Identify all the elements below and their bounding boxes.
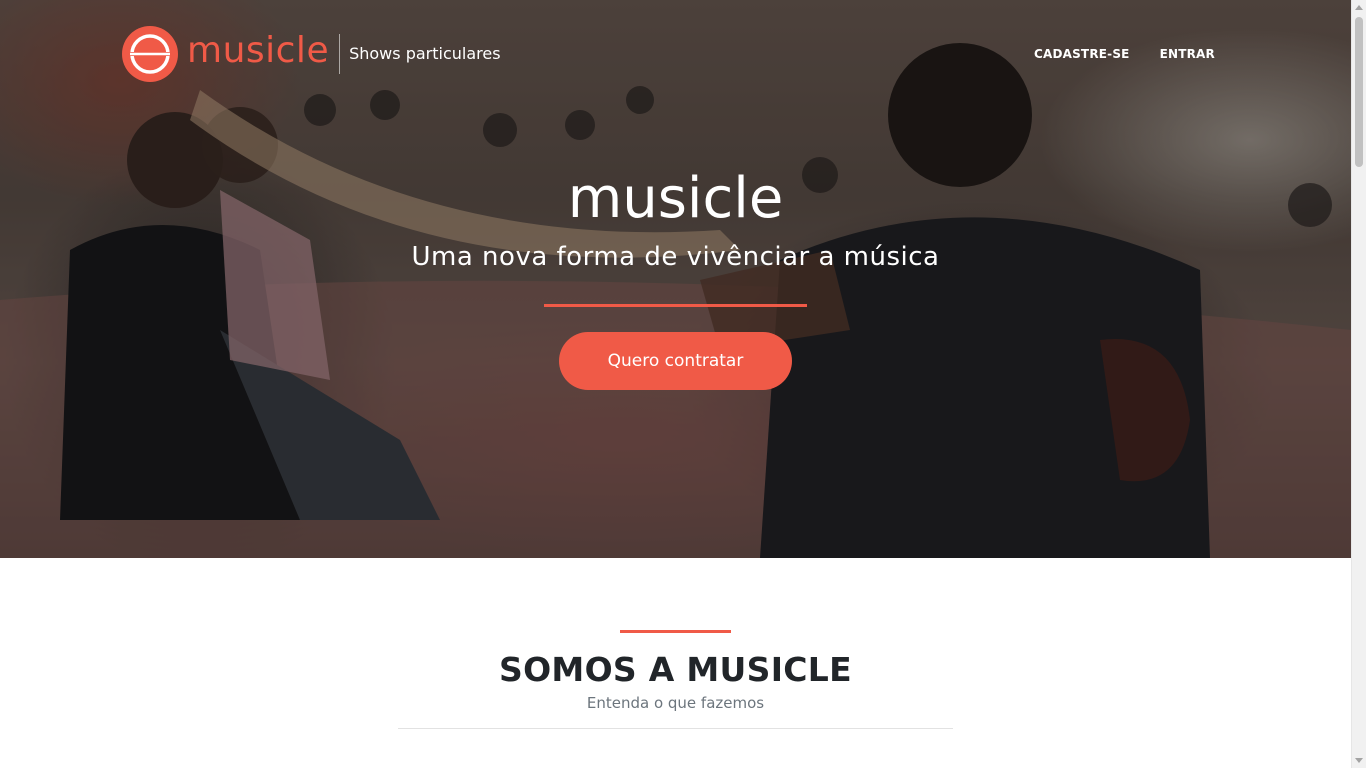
page-scrollbar[interactable] <box>1351 0 1366 768</box>
section-divider <box>398 728 953 729</box>
musicle-logo-icon <box>122 26 178 82</box>
top-nav: CADASTRE-SE ENTRAR <box>1034 47 1215 61</box>
brand-name: musicle <box>187 30 330 71</box>
login-link[interactable]: ENTRAR <box>1160 47 1215 61</box>
hire-button[interactable]: Quero contratar <box>559 332 792 390</box>
section-title: SOMOS A MUSICLE <box>499 650 852 689</box>
scroll-up-arrow-icon[interactable] <box>1355 5 1363 10</box>
signup-link[interactable]: CADASTRE-SE <box>1034 47 1130 61</box>
hero-divider <box>544 304 807 307</box>
brand[interactable]: musicle Shows particulares <box>121 25 501 83</box>
scroll-down-arrow-icon[interactable] <box>1355 758 1363 763</box>
hero-overlay <box>0 0 1351 558</box>
brand-divider <box>339 34 341 74</box>
section-accent-rule <box>620 630 731 633</box>
hero-section <box>0 0 1351 558</box>
scroll-thumb[interactable] <box>1355 17 1363 167</box>
section-subtitle: Entenda o que fazemos <box>586 694 765 712</box>
hero-title: musicle <box>567 166 784 231</box>
page: musicle Shows particulares CADASTRE-SE E… <box>0 0 1366 768</box>
brand-tagline: Shows particulares <box>349 43 501 63</box>
hero-subtitle: Uma nova forma de vivênciar a música <box>411 242 940 272</box>
